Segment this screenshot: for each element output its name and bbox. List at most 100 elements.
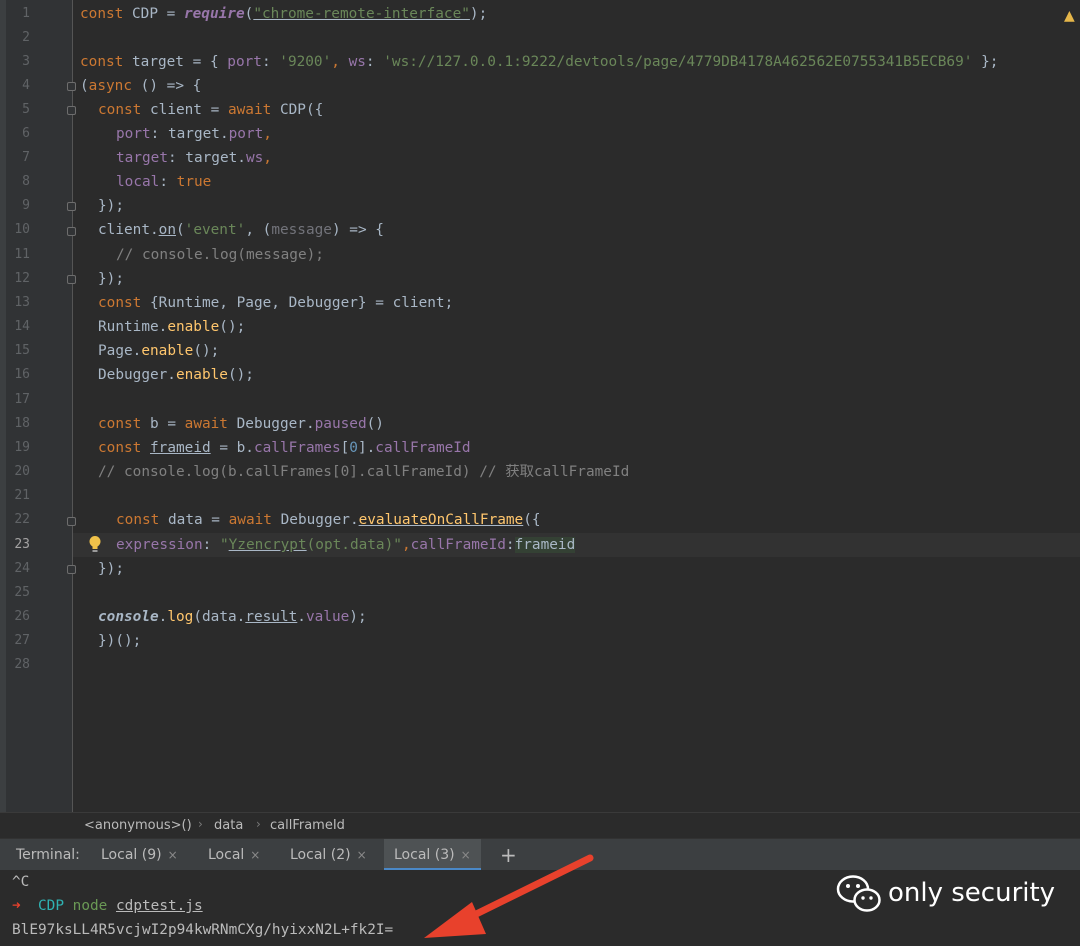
line-number[interactable]: 7 [0, 146, 30, 170]
line-number[interactable]: 27 [0, 629, 30, 653]
line-number[interactable]: 28 [0, 653, 30, 677]
code-line-7[interactable]: target: target.ws, [116, 146, 272, 170]
close-icon[interactable]: × [168, 848, 178, 862]
line-number[interactable]: 2 [0, 26, 30, 50]
code-line-9[interactable]: }); [98, 194, 124, 218]
warning-icon[interactable]: ▲ [1064, 8, 1075, 24]
code-text: }; [972, 54, 999, 70]
code-line-22[interactable]: const data = await Debugger.evaluateOnCa… [116, 508, 541, 532]
method-name: log [167, 609, 194, 625]
line-number[interactable]: 19 [0, 436, 30, 460]
chevron-right-icon: › [256, 817, 261, 831]
code-line-27[interactable]: })(); [98, 629, 141, 653]
breadcrumb-item[interactable]: callFrameId [270, 818, 345, 833]
fold-marker[interactable] [67, 106, 76, 115]
fold-marker[interactable] [67, 517, 76, 526]
property: expression [116, 537, 203, 553]
lightbulb-icon[interactable] [88, 535, 102, 553]
line-number[interactable]: 24 [0, 557, 30, 581]
code-line-16[interactable]: Debugger.enable(); [98, 363, 254, 387]
line-number[interactable]: 13 [0, 291, 30, 315]
code-line-10[interactable]: client.on('event', (message) => { [98, 218, 384, 242]
code-line-11[interactable]: // console.log(message); [116, 243, 324, 267]
code-line-6[interactable]: port: target.port, [116, 122, 272, 146]
code-line-20[interactable]: // console.log(b.callFrames[0].callFrame… [98, 460, 629, 484]
property: callFrames [253, 440, 341, 456]
code-line-15[interactable]: Page.enable(); [98, 339, 219, 363]
property: port [228, 126, 264, 142]
line-number[interactable]: 10 [0, 218, 30, 242]
code-line-23[interactable]: expression: "Yzencrypt(opt.data)",callFr… [116, 533, 576, 557]
code-text: ); [349, 609, 367, 625]
keyword: const [116, 512, 160, 528]
code-editor[interactable]: 1 2 3 4 5 6 7 8 9 10 11 12 13 14 15 16 17 18 19 20 21 22 23 24 2… [0, 0, 1080, 812]
line-number[interactable]: 17 [0, 388, 30, 412]
line-number[interactable]: 9 [0, 194, 30, 218]
line-number[interactable]: 22 [0, 508, 30, 532]
code-text: Runtime. [98, 319, 168, 335]
line-number[interactable]: 1 [0, 2, 30, 26]
line-number[interactable]: 25 [0, 581, 30, 605]
line-number[interactable]: 16 [0, 363, 30, 387]
breadcrumb-item[interactable]: <anonymous>() [84, 818, 192, 833]
code-text: ( [175, 222, 185, 238]
line-number[interactable]: 4 [0, 74, 30, 98]
code-line-8[interactable]: local: true [116, 170, 211, 194]
property: ws [348, 54, 366, 70]
line-number[interactable]: 12 [0, 267, 30, 291]
code-line-18[interactable]: const b = await Debugger.paused() [98, 412, 384, 436]
code-line-12[interactable]: }); [98, 267, 124, 291]
line-number[interactable]: 6 [0, 122, 30, 146]
code-line-5[interactable]: const client = await CDP({ [98, 98, 323, 122]
line-number[interactable]: 14 [0, 315, 30, 339]
breadcrumb-item[interactable]: data [214, 818, 243, 833]
code-line-1[interactable]: const CDP = require("chrome-remote-inter… [80, 2, 487, 26]
fold-marker[interactable] [67, 202, 76, 211]
prompt-file: cdptest.js [116, 898, 203, 914]
gutter-border [72, 0, 73, 812]
line-number[interactable]: 5 [0, 98, 30, 122]
line-number[interactable]: 8 [0, 170, 30, 194]
line-number[interactable]: 21 [0, 484, 30, 508]
code-text: : target. [150, 126, 229, 142]
code-line-14[interactable]: Runtime.enable(); [98, 315, 245, 339]
string-literal: 'event' [184, 222, 246, 238]
terminal-line: ^C [12, 874, 30, 890]
line-number[interactable]: 11 [0, 243, 30, 267]
string-literal: " [219, 537, 229, 553]
code-line-3[interactable]: const target = { port: '9200', ws: 'ws:/… [80, 50, 998, 74]
code-text: Debugger. [98, 367, 176, 383]
method-name: enable [167, 319, 220, 335]
code-line-4[interactable]: (async () => { [80, 74, 201, 98]
variable-name: frameid [514, 537, 576, 553]
code-text: data = [159, 512, 229, 528]
property: local [116, 174, 160, 190]
code-text: : [159, 174, 177, 190]
terminal-tab[interactable]: Local × [208, 839, 260, 871]
close-icon[interactable]: × [250, 848, 260, 862]
keyword: const [98, 440, 142, 456]
comment: // console.log(message); [116, 247, 324, 263]
fold-marker[interactable] [67, 275, 76, 284]
line-number[interactable]: 15 [0, 339, 30, 363]
line-number[interactable]: 18 [0, 412, 30, 436]
fold-marker[interactable] [67, 565, 76, 574]
close-icon[interactable]: × [357, 848, 367, 862]
line-number[interactable]: 3 [0, 50, 30, 74]
fold-marker[interactable] [67, 82, 76, 91]
fold-marker[interactable] [67, 227, 76, 236]
line-number[interactable]: 20 [0, 460, 30, 484]
line-number[interactable]: 23 [0, 533, 30, 557]
comment: // console.log(b.callFrames[0].callFrame… [98, 464, 630, 480]
code-line-19[interactable]: const frameid = b.callFrames[0].callFram… [98, 436, 471, 460]
method-name: on [158, 222, 176, 238]
line-number[interactable]: 26 [0, 605, 30, 629]
terminal-tab[interactable]: Local (9) × [101, 839, 178, 871]
property: port [227, 54, 262, 70]
terminal-tab[interactable]: Local (2) × [290, 839, 367, 871]
code-line-24[interactable]: }); [98, 557, 124, 581]
variable-name: frameid [150, 440, 211, 456]
code-line-13[interactable]: const {Runtime, Page, Debugger} = client… [98, 291, 453, 315]
code-line-26[interactable]: console.log(data.result.value); [98, 605, 367, 629]
